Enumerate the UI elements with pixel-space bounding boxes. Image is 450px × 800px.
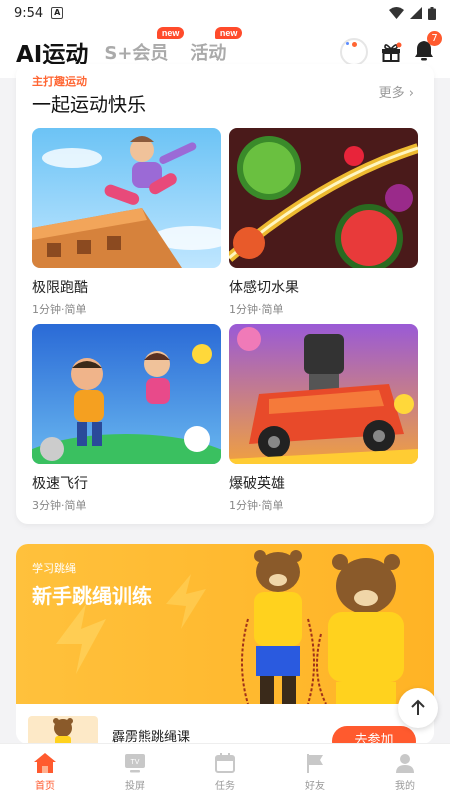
bottom-nav: 首页 TV 投屏 任务 好友 我的 — [0, 743, 450, 800]
jump-rope-card[interactable]: 学习跳绳 新手跳绳训练 霹雳熊跳绳课 去参加 — [16, 544, 434, 744]
status-bar: 9:54 A — [0, 0, 450, 26]
tab-activity-label: 活动 — [190, 43, 227, 64]
notification-count-badge: 7 — [427, 31, 442, 46]
signal-icon — [410, 7, 422, 19]
game-thumbnail — [32, 128, 221, 268]
home-icon — [34, 753, 56, 773]
game-card-fruit[interactable]: 体感切水果 1分钟·简单 — [229, 128, 418, 317]
calendar-icon — [215, 753, 235, 773]
game-meta: 1分钟·简单 — [229, 303, 284, 316]
wifi-icon — [389, 7, 404, 19]
tab-activity[interactable]: 活动 new — [190, 27, 243, 65]
notification-a-icon: A — [51, 7, 64, 19]
nav-label: 好友 — [305, 781, 325, 792]
flag-icon — [307, 754, 323, 773]
jump-rope-banner: 学习跳绳 新手跳绳训练 — [16, 544, 434, 704]
nav-friends[interactable]: 好友 — [270, 744, 360, 800]
status-icons — [389, 6, 436, 20]
nav-label: 任务 — [215, 781, 235, 792]
game-name: 极速飞行 — [32, 476, 88, 492]
game-card-parkour[interactable]: 极限跑酷 1分钟·简单 — [32, 128, 221, 317]
new-badge: new — [156, 27, 185, 39]
more-label: 更多 — [378, 86, 405, 101]
tv-icon: TV — [125, 754, 145, 773]
game-thumbnail — [32, 324, 221, 464]
new-badge: new — [214, 27, 243, 39]
nav-tasks[interactable]: 任务 — [180, 744, 270, 800]
nav-mine[interactable]: 我的 — [360, 744, 450, 800]
person-icon — [396, 754, 414, 773]
game-name: 体感切水果 — [229, 280, 299, 296]
nav-label: 投屏 — [125, 781, 145, 792]
tab-vip-label: S+会员 — [104, 43, 169, 64]
game-meta: 1分钟·简单 — [32, 303, 87, 316]
join-button[interactable]: 去参加 — [332, 726, 416, 744]
course-name: 霹雳熊跳绳课 — [112, 730, 191, 744]
game-meta: 3分钟·简单 — [32, 499, 87, 512]
nav-label: 首页 — [35, 781, 55, 792]
game-card-blast[interactable]: 爆破英雄 1分钟·简单 — [229, 324, 418, 513]
chevron-right-icon: › — [408, 86, 414, 101]
jump-rope-subtitle: 学习跳绳 — [32, 562, 76, 575]
nav-home[interactable]: 首页 — [0, 744, 90, 800]
svg-text:TV: TV — [131, 759, 140, 766]
notification-button[interactable]: 7 — [414, 31, 442, 65]
game-meta: 1分钟·简单 — [229, 499, 284, 512]
gift-icon[interactable] — [380, 41, 402, 63]
game-name: 爆破英雄 — [229, 476, 285, 492]
game-thumbnail — [229, 324, 418, 464]
game-name: 极限跑酷 — [32, 280, 88, 296]
section-tag: 主打趣运动 — [32, 75, 87, 88]
fun-sports-card: 主打趣运动 一起运动快乐 更多 › 极限跑酷 1分钟·简单 体感切水果 1分钟·… — [16, 64, 434, 524]
header-icons: 7 — [340, 31, 442, 66]
nav-cast[interactable]: TV 投屏 — [90, 744, 180, 800]
course-row[interactable]: 霹雳熊跳绳课 去参加 — [16, 704, 434, 744]
game-card-flight[interactable]: 极速飞行 3分钟·简单 — [32, 324, 221, 513]
battery-icon — [428, 6, 436, 20]
status-time: 9:54 — [14, 5, 44, 21]
tab-vip[interactable]: S+会员 new — [104, 27, 185, 65]
more-link[interactable]: 更多 › — [379, 82, 414, 101]
course-thumbnail — [28, 716, 98, 744]
section-title: 一起运动快乐 — [32, 94, 147, 116]
back-to-top-button[interactable] — [398, 688, 438, 728]
game-thumbnail — [229, 128, 418, 268]
nav-label: 我的 — [395, 781, 415, 792]
arrow-up-icon — [411, 699, 425, 715]
jump-rope-title: 新手跳绳训练 — [32, 584, 152, 608]
sport-ring-icon[interactable] — [340, 38, 368, 66]
